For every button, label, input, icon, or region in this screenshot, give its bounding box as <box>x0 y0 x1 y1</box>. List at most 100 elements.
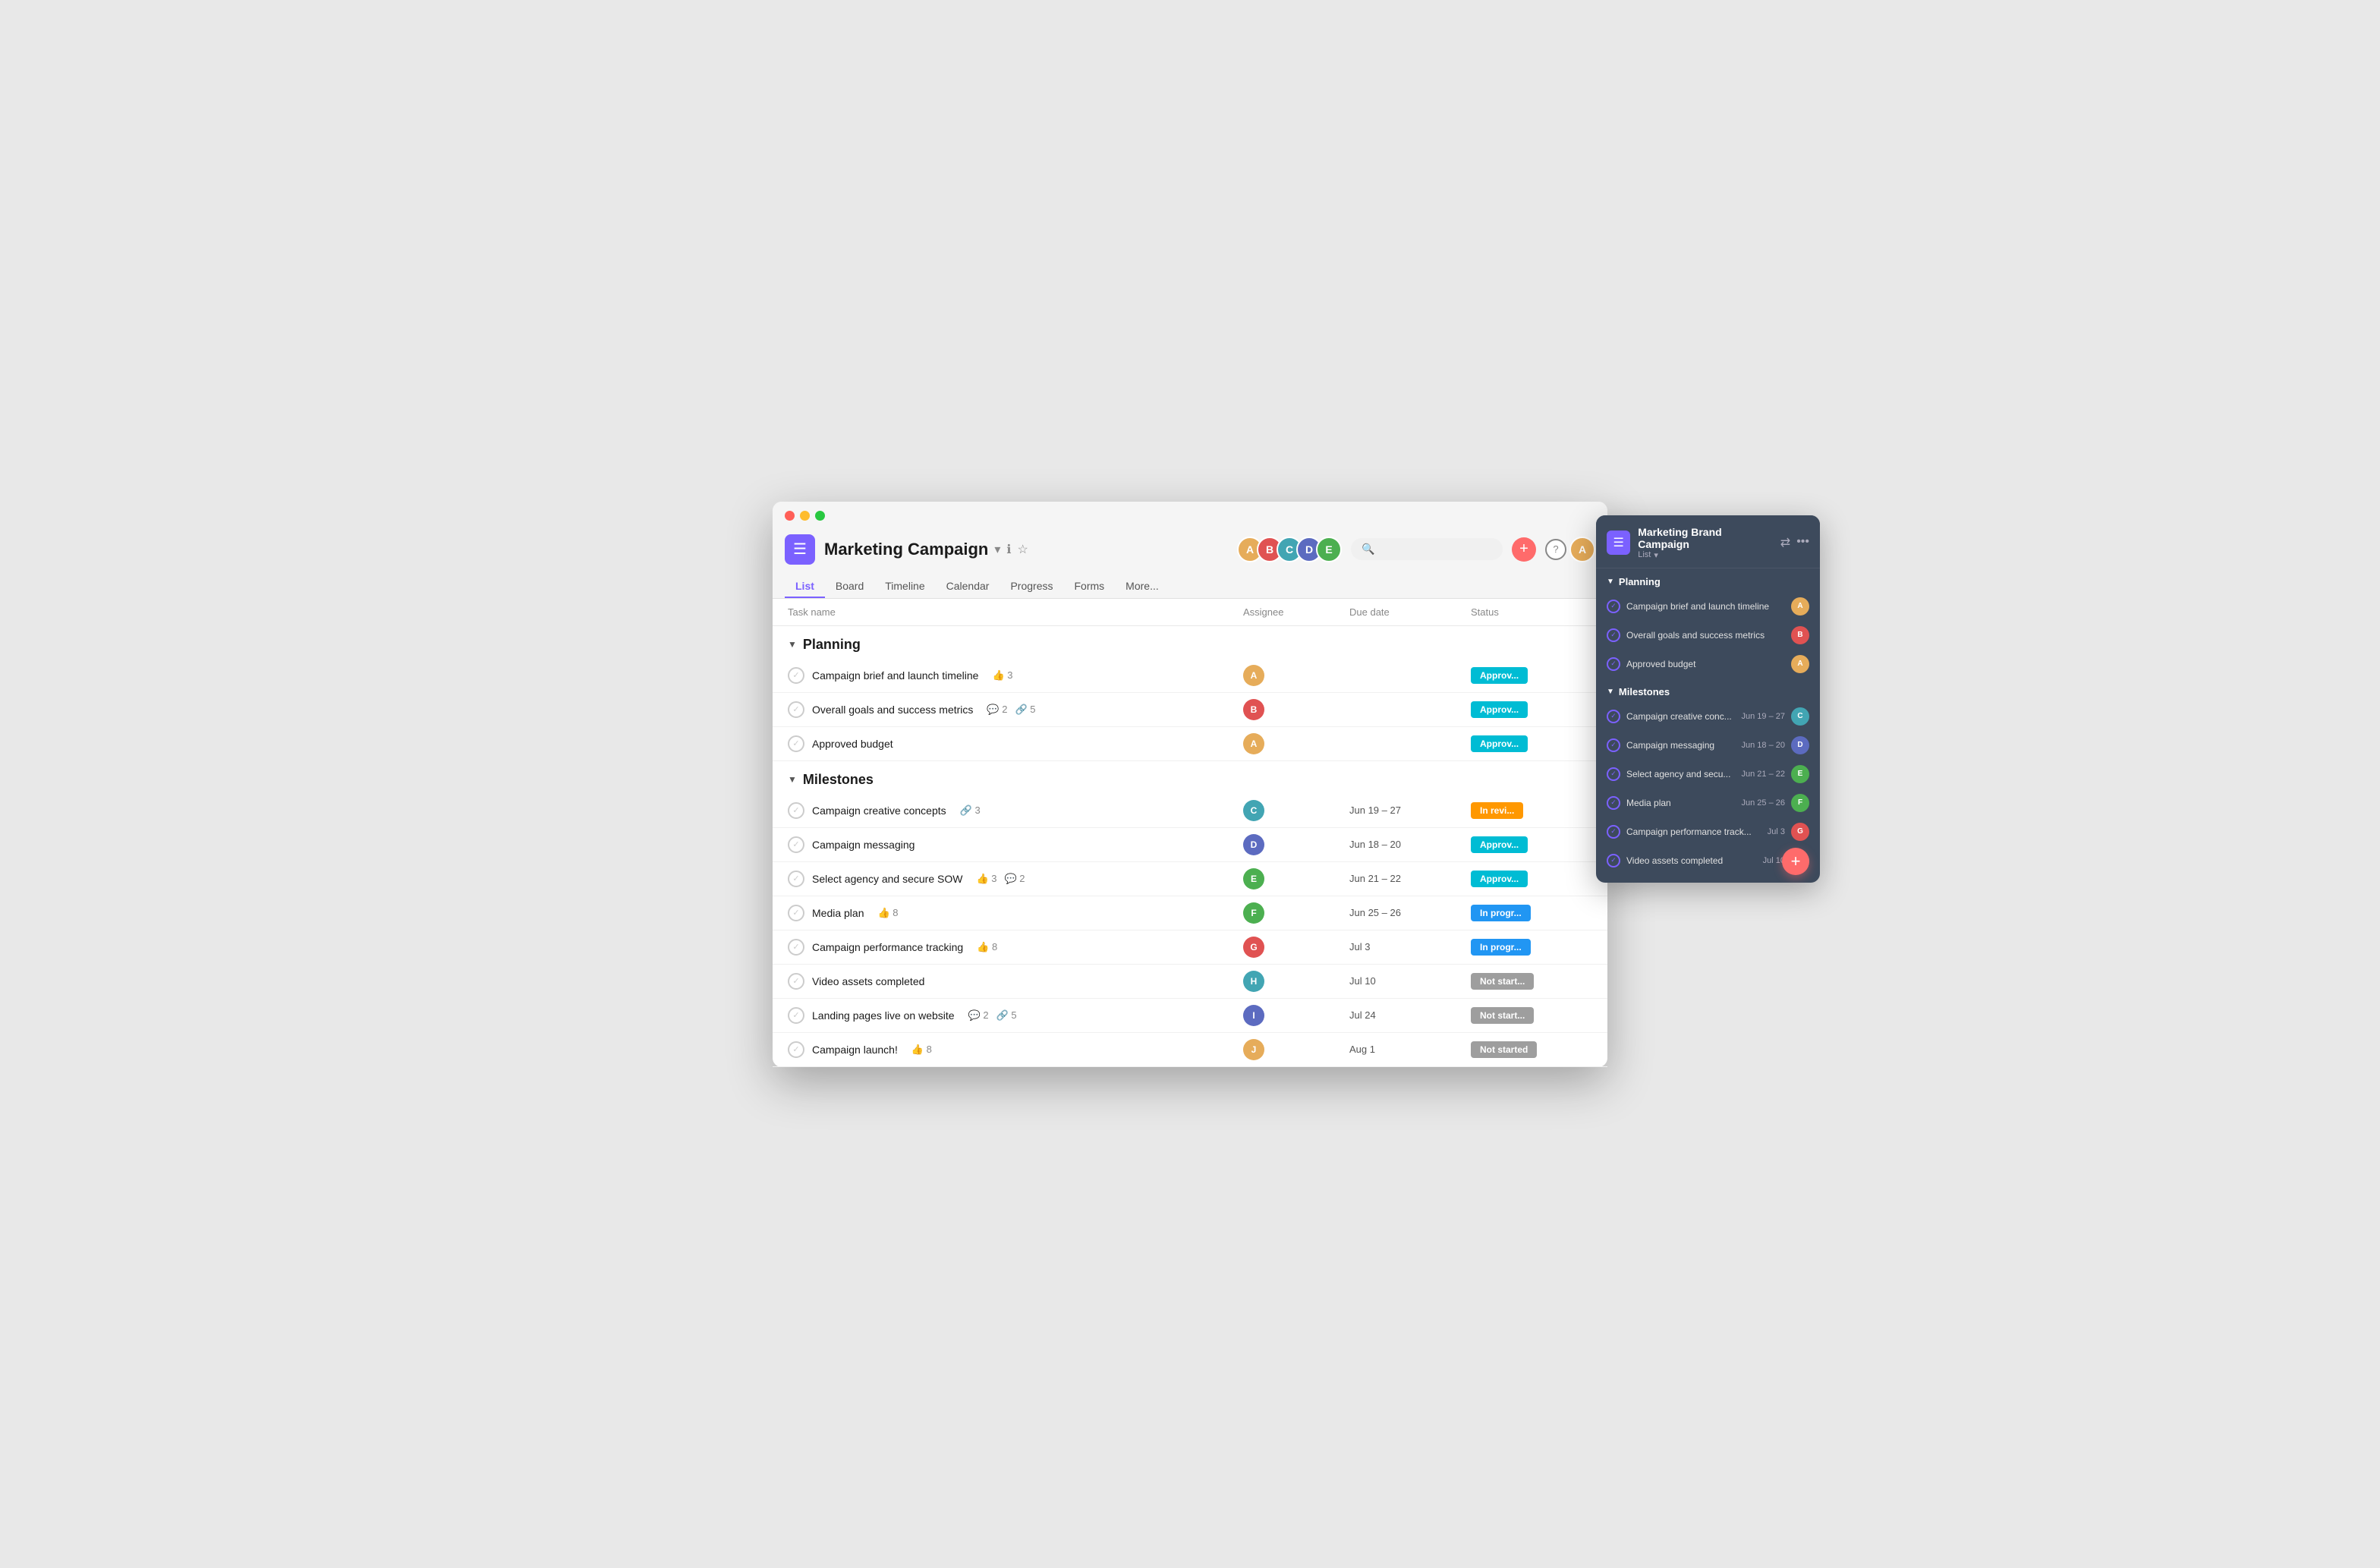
side-task-row[interactable]: ✓ Select agency and secu... Jun 21 – 22 … <box>1596 760 1820 789</box>
side-task-row[interactable]: ✓ Overall goals and success metrics B <box>1596 621 1820 650</box>
status-badge: Not started <box>1471 1041 1537 1058</box>
assignee-cell: G <box>1243 937 1349 958</box>
titlebar: ☰ Marketing Campaign ▾ ℹ ☆ A B C D E <box>773 502 1607 599</box>
maximize-button[interactable] <box>815 511 825 521</box>
status-badge: Not start... <box>1471 1007 1534 1024</box>
main-window: ☰ Marketing Campaign ▾ ℹ ☆ A B C D E <box>773 502 1607 1067</box>
task-meta: 💬 2 🔗 5 <box>987 704 1035 716</box>
meta-likes: 👍 8 <box>977 941 997 953</box>
collapse-arrow[interactable]: ▼ <box>788 774 797 785</box>
task-name: Campaign brief and launch timeline <box>812 669 978 682</box>
table-row[interactable]: ✓ Campaign creative concepts 🔗 3 C Jun 1… <box>773 794 1607 828</box>
minimize-button[interactable] <box>800 511 810 521</box>
status-cell: Approv... <box>1471 701 1592 718</box>
close-button[interactable] <box>785 511 795 521</box>
side-task-row[interactable]: ✓ Campaign performance track... Jul 3 G <box>1596 817 1820 846</box>
table-row[interactable]: ✓ Overall goals and success metrics 💬 2 … <box>773 693 1607 727</box>
check-icon[interactable]: ✓ <box>788 905 804 921</box>
side-task-name: Media plan <box>1626 798 1736 808</box>
side-task-row[interactable]: ✓ Media plan Jun 25 – 26 F <box>1596 789 1820 817</box>
check-icon[interactable]: ✓ <box>788 1041 804 1058</box>
task-meta: 💬 2 🔗 5 <box>968 1009 1017 1022</box>
avatar: G <box>1791 823 1809 841</box>
status-badge: In revi... <box>1471 802 1523 819</box>
task-name-cell: ✓ Media plan 👍 8 <box>788 905 1243 921</box>
check-icon[interactable]: ✓ <box>788 871 804 887</box>
side-task-date: Jul 3 <box>1768 827 1785 836</box>
assignee-cell: I <box>1243 1005 1349 1026</box>
meta-likes: 👍 3 <box>976 873 996 885</box>
more-icon[interactable]: ••• <box>1796 535 1809 550</box>
side-task-row[interactable]: ✓ Campaign messaging Jun 18 – 20 D <box>1596 731 1820 760</box>
check-icon[interactable]: ✓ <box>788 802 804 819</box>
status-cell: Approv... <box>1471 735 1592 752</box>
side-task-row[interactable]: ✓ Approved budget A <box>1596 650 1820 679</box>
assignee-cell: C <box>1243 800 1349 821</box>
check-icon[interactable]: ✓ <box>788 701 804 718</box>
task-name-cell: ✓ Landing pages live on website 💬 2 🔗 5 <box>788 1007 1243 1024</box>
table-row[interactable]: ✓ Landing pages live on website 💬 2 🔗 5 … <box>773 999 1607 1033</box>
table-row[interactable]: ✓ Campaign brief and launch timeline 👍 3… <box>773 659 1607 693</box>
user-avatar[interactable]: A <box>1569 537 1595 562</box>
filter-icon[interactable]: ⇄ <box>1780 535 1790 550</box>
due-date: Jul 24 <box>1349 1009 1471 1021</box>
table-row[interactable]: ✓ Approved budget A Approv... <box>773 727 1607 761</box>
collapse-arrow[interactable]: ▼ <box>788 639 797 650</box>
table-row[interactable]: ✓ Campaign performance tracking 👍 8 G Ju… <box>773 930 1607 965</box>
meta-likes: 👍 8 <box>878 907 899 919</box>
side-task-name: Video assets completed <box>1626 855 1757 866</box>
tab-board[interactable]: Board <box>825 574 874 598</box>
side-task-row[interactable]: ✓ Campaign creative conc... Jun 19 – 27 … <box>1596 702 1820 731</box>
side-task-row[interactable]: ✓ Campaign brief and launch timeline A <box>1596 592 1820 621</box>
fab-add-button[interactable]: + <box>1782 848 1809 875</box>
status-badge: In progr... <box>1471 939 1531 956</box>
side-task-date: Jun 21 – 22 <box>1742 770 1786 779</box>
task-name-cell: ✓ Overall goals and success metrics 💬 2 … <box>788 701 1243 718</box>
task-meta: 👍 8 <box>977 941 997 953</box>
dropdown-icon[interactable]: ▾ <box>1654 550 1658 560</box>
table-row[interactable]: ✓ Campaign messaging D Jun 18 – 20 Appro… <box>773 828 1607 862</box>
tab-calendar[interactable]: Calendar <box>936 574 1000 598</box>
avatar: H <box>1243 971 1264 992</box>
check-icon[interactable]: ✓ <box>788 973 804 990</box>
tab-list[interactable]: List <box>785 574 825 598</box>
help-button[interactable]: ? <box>1545 539 1566 560</box>
tab-timeline[interactable]: Timeline <box>874 574 935 598</box>
arrow-icon[interactable]: ▼ <box>1607 578 1614 586</box>
task-name: Campaign messaging <box>812 839 915 851</box>
content-area: Task name Assignee Due date Status ▼ Pla… <box>773 599 1607 1067</box>
side-task-name: Campaign performance track... <box>1626 827 1761 837</box>
avatar: E <box>1791 765 1809 783</box>
avatar: I <box>1243 1005 1264 1026</box>
assignee-cell: H <box>1243 971 1349 992</box>
dropdown-icon[interactable]: ▾ <box>994 542 1000 557</box>
table-row[interactable]: ✓ Campaign launch! 👍 8 J Aug 1 Not start… <box>773 1033 1607 1067</box>
avatar: B <box>1243 699 1264 720</box>
star-icon[interactable]: ☆ <box>1017 542 1028 557</box>
check-icon[interactable]: ✓ <box>788 1007 804 1024</box>
task-name-cell: ✓ Video assets completed <box>788 973 1243 990</box>
side-section-planning: ▼ Planning <box>1596 568 1820 592</box>
info-icon[interactable]: ℹ <box>1006 542 1011 557</box>
table-row[interactable]: ✓ Select agency and secure SOW 👍 3 💬 2 E… <box>773 862 1607 896</box>
task-name: Overall goals and success metrics <box>812 704 973 716</box>
check-icon[interactable]: ✓ <box>788 735 804 752</box>
status-cell: In progr... <box>1471 905 1592 921</box>
table-row[interactable]: ✓ Media plan 👍 8 F Jun 25 – 26 In progr.… <box>773 896 1607 930</box>
check-icon[interactable]: ✓ <box>788 939 804 956</box>
status-badge: Not start... <box>1471 973 1534 990</box>
arrow-icon[interactable]: ▼ <box>1607 688 1614 696</box>
check-icon[interactable]: ✓ <box>788 667 804 684</box>
check-icon[interactable]: ✓ <box>788 836 804 853</box>
meta-links: 🔗 3 <box>960 804 981 817</box>
task-name: Campaign performance tracking <box>812 941 963 953</box>
search-input[interactable] <box>1380 543 1487 555</box>
assignee-cell: E <box>1243 868 1349 889</box>
table-row[interactable]: ✓ Video assets completed H Jul 10 Not st… <box>773 965 1607 999</box>
side-task-date: Jun 18 – 20 <box>1742 741 1786 750</box>
tab-forms[interactable]: Forms <box>1064 574 1116 598</box>
tab-more[interactable]: More... <box>1115 574 1170 598</box>
status-cell: In revi... <box>1471 802 1592 819</box>
add-button[interactable]: + <box>1512 537 1536 562</box>
tab-progress[interactable]: Progress <box>1000 574 1063 598</box>
